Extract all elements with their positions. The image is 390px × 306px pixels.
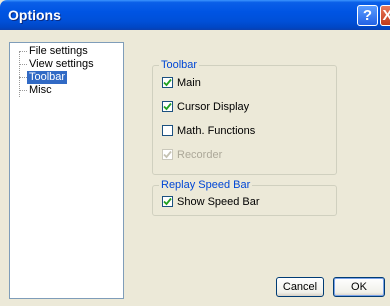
- cancel-button-label: Cancel: [282, 281, 318, 293]
- show-speed-bar-checkbox-row[interactable]: Show Speed Bar: [162, 195, 260, 208]
- recorder-checkbox: [162, 149, 173, 160]
- help-icon: ?: [362, 7, 373, 24]
- main-checkbox[interactable]: [162, 77, 173, 88]
- checkmark-icon: [163, 150, 172, 159]
- cursor-display-checkbox[interactable]: [162, 101, 173, 112]
- main-label: Main: [177, 76, 201, 89]
- tree-connector: [19, 90, 27, 91]
- recorder-label: Recorder: [177, 148, 223, 161]
- math-functions-checkbox-row[interactable]: Math. Functions: [162, 124, 255, 137]
- math-functions-label: Math. Functions: [177, 124, 256, 137]
- recorder-checkbox-row: Recorder: [162, 148, 222, 161]
- tree-connector: [19, 51, 27, 52]
- tree-item-toolbar[interactable]: Toolbar: [27, 71, 68, 84]
- cancel-button[interactable]: Cancel: [276, 277, 324, 297]
- show-speed-bar-checkbox[interactable]: [162, 196, 173, 207]
- help-button[interactable]: ?: [357, 5, 378, 26]
- close-icon: X: [382, 7, 390, 24]
- checkmark-icon: [163, 102, 172, 111]
- toolbar-groupbox: Toolbar Main Cursor Display Math. Functi…: [152, 59, 337, 175]
- replay-group-title: Replay Speed Bar: [159, 179, 253, 192]
- main-checkbox-row[interactable]: Main: [162, 76, 201, 89]
- options-dialog: Options ? X File settings View settings …: [0, 0, 390, 306]
- checkmark-icon: [163, 197, 172, 206]
- toolbar-group-title: Toolbar: [159, 59, 200, 72]
- cursor-display-checkbox-row[interactable]: Cursor Display: [162, 100, 249, 113]
- math-functions-checkbox[interactable]: [162, 125, 173, 136]
- tree-connector: [19, 64, 27, 65]
- cursor-display-label: Cursor Display: [177, 100, 250, 113]
- replay-speed-bar-groupbox: Replay Speed Bar Show Speed Bar: [152, 179, 337, 216]
- show-speed-bar-label: Show Speed Bar: [177, 195, 260, 208]
- tree-item-misc[interactable]: Misc: [27, 84, 54, 97]
- settings-tree[interactable]: File settings View settings Toolbar Misc: [9, 42, 124, 299]
- checkmark-icon: [163, 78, 172, 87]
- close-button[interactable]: X: [380, 5, 390, 26]
- ok-button[interactable]: OK: [333, 277, 385, 297]
- title-bar[interactable]: Options ? X: [0, 0, 390, 30]
- dialog-client-area: File settings View settings Toolbar Misc…: [3, 30, 390, 303]
- tree-item-view-settings[interactable]: View settings: [27, 58, 96, 71]
- ok-button-label: OK: [351, 281, 367, 293]
- tree-item-file-settings[interactable]: File settings: [27, 45, 90, 58]
- window-title: Options: [8, 7, 61, 23]
- tree-connector: [19, 77, 27, 78]
